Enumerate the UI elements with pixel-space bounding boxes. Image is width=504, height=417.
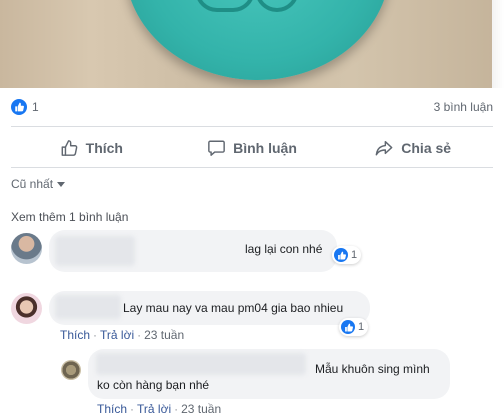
sort-label: Cũ nhất: [11, 177, 54, 191]
like-button[interactable]: Thích: [11, 131, 172, 165]
reply-reply-link[interactable]: Trả lời: [137, 402, 171, 416]
comment-button[interactable]: Bình luận: [172, 131, 333, 165]
reply-meta: Thích · Trả lời · 23 tuần: [97, 402, 222, 416]
reaction-count: 1: [351, 249, 358, 261]
comment-text: Lay mau nay va mau pm04 gia bao nhieu: [123, 301, 344, 315]
comment-timestamp[interactable]: 23 tuần: [144, 328, 184, 342]
blurred-author-name: [55, 295, 121, 319]
comment-count[interactable]: 3 bình luận: [434, 100, 493, 114]
share-arrow-icon: [375, 140, 393, 156]
comment-bubble: Lay mau nay va mau pm04 gia bao nhieu: [49, 291, 370, 325]
view-more-comments-link[interactable]: Xem thêm 1 bình luận: [11, 210, 128, 224]
like-reaction-icon: [11, 99, 27, 115]
reaction-count: 1: [358, 321, 365, 333]
comment-reaction-chip[interactable]: 1: [332, 246, 362, 264]
comment-bubble: lag lại con nhé: [49, 230, 337, 272]
teal-mold-shape: [125, 0, 390, 80]
avatar[interactable]: [11, 233, 42, 264]
comment-text: lag lại con nhé: [245, 242, 323, 256]
comment-reply-link[interactable]: Trả lời: [100, 328, 134, 342]
divider: [11, 126, 493, 127]
like-summary[interactable]: 1: [11, 99, 39, 115]
blurred-author-name: [96, 353, 306, 375]
reply-bubble: Mẫu khuôn sing mình ko còn hàng bạn nhé: [88, 349, 450, 399]
like-reaction-icon: [341, 320, 355, 334]
thumbs-up-icon: [61, 140, 78, 156]
reply-text-line1: Mẫu khuôn sing mình: [315, 362, 430, 376]
share-button[interactable]: Chia sẻ: [332, 131, 493, 165]
blurred-author-name: [55, 236, 135, 266]
share-button-label: Chia sẻ: [401, 140, 452, 156]
avatar[interactable]: [61, 360, 81, 380]
photo-edge: [492, 0, 504, 88]
reply-timestamp[interactable]: 23 tuần: [181, 402, 221, 416]
reaction-summary: 1 3 bình luận: [11, 96, 493, 118]
post-photo[interactable]: [0, 0, 504, 88]
reply-text-line2: ko còn hàng bạn nhé: [97, 378, 210, 392]
comment-button-label: Bình luận: [233, 140, 297, 156]
like-reaction-icon: [334, 248, 348, 262]
comment-meta: Thích · Trả lời · 23 tuần: [60, 328, 185, 342]
caret-down-icon: [57, 181, 66, 187]
like-button-label: Thích: [85, 140, 123, 156]
action-bar: Thích Bình luận Chia sẻ: [11, 131, 493, 165]
divider: [11, 167, 493, 168]
like-count: 1: [32, 100, 39, 114]
avatar[interactable]: [11, 293, 42, 324]
comment-like-link[interactable]: Thích: [60, 328, 90, 342]
reply-like-link[interactable]: Thích: [97, 402, 127, 416]
comment-sort-dropdown[interactable]: Cũ nhất: [11, 177, 66, 191]
comment-icon: [208, 140, 225, 156]
comment-reaction-chip[interactable]: 1: [339, 318, 369, 336]
